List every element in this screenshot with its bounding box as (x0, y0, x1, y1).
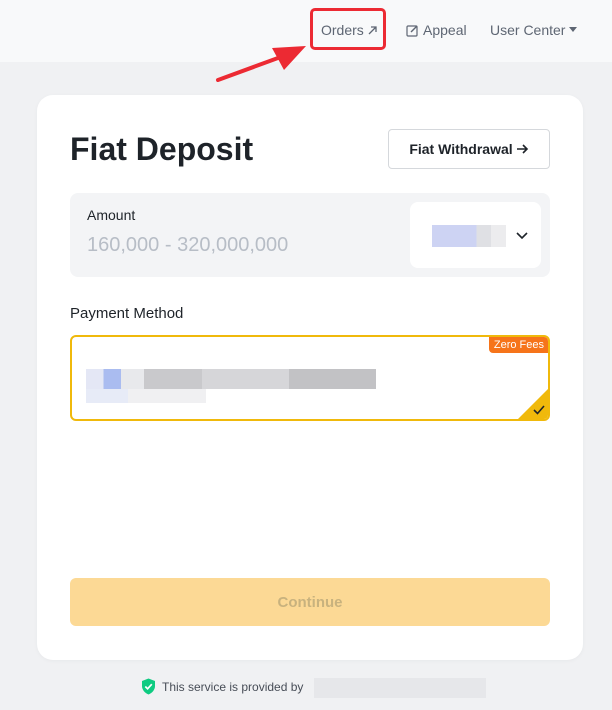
shield-check-icon (142, 678, 155, 695)
caret-down-icon (569, 27, 578, 32)
check-icon (518, 389, 548, 419)
currency-select[interactable] (410, 202, 541, 268)
service-provider-text: This service is provided by (162, 679, 304, 694)
provider-name-redacted (314, 678, 486, 698)
payment-method-option[interactable]: Zero Fees (70, 335, 550, 421)
appeal-label: Appeal (423, 22, 467, 38)
page-title: Fiat Deposit (70, 131, 254, 167)
zero-fees-badge: Zero Fees (488, 337, 548, 353)
external-link-icon (368, 25, 377, 34)
amount-field: Amount (70, 193, 550, 277)
chevron-down-icon (516, 232, 528, 240)
amount-input[interactable] (87, 231, 387, 259)
edit-icon (406, 24, 418, 37)
annotation-arrow (216, 46, 306, 82)
service-provider-note: This service is provided by (141, 678, 303, 695)
arrow-right-icon (516, 144, 528, 154)
user-center-menu[interactable]: User Center (490, 22, 578, 38)
payment-method-name-redacted (86, 369, 376, 389)
amount-label: Amount (87, 207, 136, 223)
deposit-card: Fiat Deposit Fiat Withdrawal Amount Paym… (37, 95, 583, 660)
appeal-link[interactable]: Appeal (406, 22, 467, 38)
currency-value-redacted (432, 225, 506, 247)
fiat-withdrawal-button[interactable]: Fiat Withdrawal (388, 129, 550, 169)
payment-method-label: Payment Method (70, 305, 184, 322)
user-center-label: User Center (490, 22, 566, 38)
orders-label: Orders (321, 22, 364, 38)
continue-button[interactable]: Continue (70, 578, 550, 626)
payment-method-detail-redacted (86, 389, 206, 403)
orders-link[interactable]: Orders (321, 22, 377, 38)
fiat-withdrawal-label: Fiat Withdrawal (409, 141, 513, 157)
